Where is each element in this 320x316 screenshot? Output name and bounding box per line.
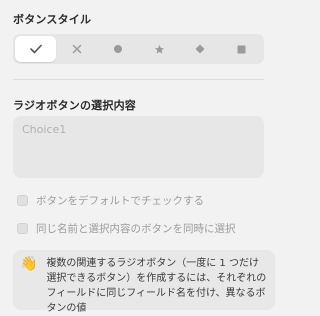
cross-icon [72, 44, 81, 54]
diamond-icon [195, 44, 205, 54]
square-icon [237, 45, 246, 53]
style-option-cross[interactable] [56, 36, 97, 62]
button-style-title: ボタンスタイル [13, 13, 92, 26]
info-box: 👋 複数の関連するラジオボタン（一度に 1 つだけ選択できるボタン）を作成するに… [13, 250, 275, 314]
star-icon [154, 44, 164, 54]
info-text: 複数の関連するラジオボタン（一度に 1 つだけ選択できるボタン）を作成するには、… [46, 258, 267, 314]
style-option-square[interactable] [221, 36, 262, 62]
same-name-select-label: 同じ名前と選択内容のボタンを同時に選択 [36, 223, 236, 235]
default-checked-label: ボタンをデフォルトでチェックする [36, 195, 204, 207]
style-option-star[interactable] [139, 36, 180, 62]
button-style-segmented-control [13, 34, 264, 64]
same-name-select-checkbox[interactable] [17, 223, 28, 234]
choice-placeholder: Choice1 [22, 123, 67, 136]
default-checked-option[interactable]: ボタンをデフォルトでチェックする [17, 193, 204, 208]
choice-textarea[interactable]: Choice1 [13, 116, 264, 178]
style-option-diamond[interactable] [180, 36, 221, 62]
circle-icon [113, 45, 122, 53]
choice-title: ラジオボタンの選択内容 [13, 99, 136, 112]
section-divider [13, 79, 264, 80]
same-name-select-option[interactable]: 同じ名前と選択内容のボタンを同時に選択 [17, 221, 236, 236]
default-checked-checkbox[interactable] [17, 195, 28, 206]
style-option-check[interactable] [15, 36, 57, 62]
style-option-circle[interactable] [97, 36, 138, 62]
check-icon [29, 44, 42, 54]
waving-hand-icon: 👋 [20, 256, 38, 272]
